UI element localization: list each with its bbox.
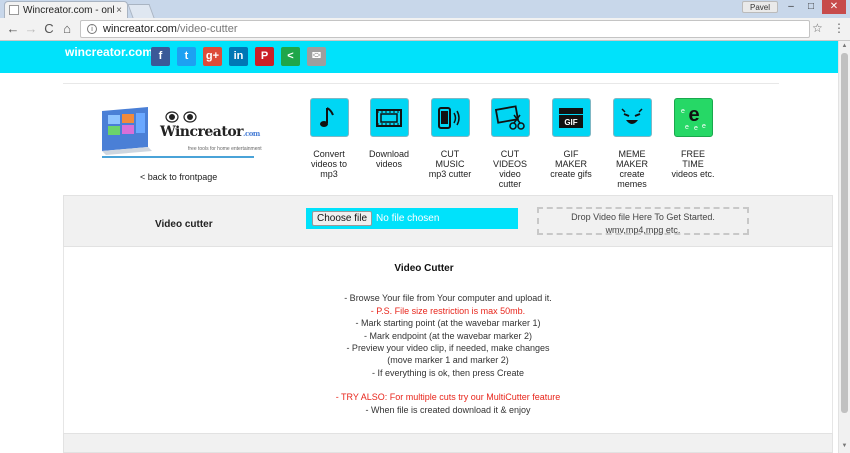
tab-close-icon[interactable]: × <box>114 5 124 16</box>
share-icon[interactable]: < <box>281 47 300 66</box>
free-time-e-letter: e <box>688 104 699 126</box>
instruction-line: - If everything is ok, then press Create <box>371 368 525 378</box>
instruction-line: - Browse Your file from Your computer an… <box>344 293 552 303</box>
scroll-up-icon[interactable]: ▲ <box>839 43 850 49</box>
svg-text:e: e <box>702 123 706 130</box>
tool-label: Convert videos to mp3 <box>310 149 348 179</box>
tool-label: GIF MAKER create gifs <box>550 149 592 179</box>
meme-face-icon <box>612 98 652 137</box>
instruction-line-try-also[interactable]: - TRY ALSO: For multiple cuts try our Mu… <box>63 392 833 402</box>
site-logo-text[interactable]: wincreator.com <box>65 45 153 59</box>
instruction-line-warning: - P.S. File size restriction is max 50mb… <box>370 306 526 316</box>
browser-tab[interactable]: Wincreator.com - online × <box>4 1 128 18</box>
reload-icon[interactable]: C <box>40 20 58 38</box>
svg-text:e: e <box>685 124 689 131</box>
maximize-button[interactable]: □ <box>802 0 820 14</box>
scrollbar-thumb[interactable] <box>841 53 848 413</box>
svg-text:e: e <box>694 125 698 132</box>
scroll-down-icon[interactable]: ▼ <box>839 443 850 449</box>
url-host: wincreator.com <box>103 23 177 35</box>
wincreator-logo[interactable]: Wincreator.com free tools for home enter… <box>100 105 262 159</box>
googleplus-share-icon[interactable]: g+ <box>203 47 222 66</box>
choose-file-button[interactable]: Choose file <box>312 211 373 226</box>
logo-brand-suffix: .com <box>243 129 260 138</box>
scissors-film-icon <box>490 98 530 137</box>
tool-convert-to-mp3[interactable]: Convert videos to mp3 <box>299 98 359 179</box>
gif-clapper-icon: GIF <box>551 98 591 137</box>
file-input[interactable]: Choose file No file chosen <box>306 208 518 229</box>
page-viewport: wincreator.com f t g+ in P < ✉ Wincreato… <box>0 41 838 453</box>
instruction-line: - Mark endpoint (at the wavebar marker 2… <box>363 331 533 341</box>
instruction-line: - When file is created download it & enj… <box>365 405 531 415</box>
twitter-share-icon[interactable]: t <box>177 47 196 66</box>
phone-sound-icon <box>430 98 470 137</box>
forward-arrow-icon[interactable]: → <box>22 20 40 38</box>
footer-band <box>63 433 833 453</box>
facebook-share-icon[interactable]: f <box>151 47 170 66</box>
tool-free-time[interactable]: eeeee FREE TIME videos etc. <box>663 98 723 179</box>
tool-label: CUT MUSIC mp3 cutter <box>428 149 472 179</box>
tool-label: FREE TIME videos etc. <box>671 149 715 179</box>
new-tab-button[interactable] <box>127 4 155 18</box>
browser-titlebar: Wincreator.com - online × Pavel – □ ✕ <box>0 0 850 18</box>
site-info-icon[interactable]: i <box>87 24 97 34</box>
logo-brand-name: Wincreator <box>160 124 244 140</box>
drop-zone-formats: wmv,mp4,mpg etc. <box>605 225 681 235</box>
tool-meme-maker[interactable]: MEME MAKER create memes <box>602 98 662 189</box>
instruction-line: (move marker 1 and marker 2) <box>387 355 509 365</box>
drop-zone-title: Drop Video file Here To Get Started. <box>571 212 715 222</box>
music-note-icon <box>309 98 349 137</box>
tool-label: MEME MAKER create memes <box>615 149 648 189</box>
site-header: wincreator.com f t g+ in P < ✉ <box>0 41 838 73</box>
instructions-title: Video Cutter <box>394 263 454 274</box>
profile-button[interactable]: Pavel <box>742 1 778 13</box>
back-to-frontpage-link[interactable]: < back to frontpage <box>140 172 217 182</box>
tool-cut-music[interactable]: CUT MUSIC mp3 cutter <box>420 98 480 179</box>
tool-download-videos[interactable]: Download videos <box>359 98 419 169</box>
logo-tagline: free tools for home entertainment <box>188 146 262 152</box>
film-strip-icon <box>369 98 409 137</box>
free-time-e-icon: eeeee <box>673 98 713 137</box>
logo-brand: Wincreator.com <box>160 124 260 140</box>
tool-cut-videos[interactable]: CUT VIDEOS video cutter <box>480 98 540 189</box>
page-scrollbar[interactable]: ▲ ▼ <box>838 41 850 453</box>
video-cutter-label: Video cutter <box>155 219 213 230</box>
back-arrow-icon[interactable]: ← <box>4 20 22 38</box>
instruction-line: - Mark starting point (at the wavebar ma… <box>355 318 541 328</box>
home-icon[interactable]: ⌂ <box>58 20 76 38</box>
tool-label: Download videos <box>368 149 410 169</box>
file-drop-zone[interactable]: Drop Video file Here To Get Started. wmv… <box>537 207 749 235</box>
svg-text:e: e <box>681 108 685 115</box>
tool-gif-maker[interactable]: GIF GIF MAKER create gifs <box>541 98 601 179</box>
bookmark-star-icon[interactable]: ☆ <box>812 21 823 35</box>
page-favicon-icon <box>9 5 19 15</box>
browser-toolbar: ← → C ⌂ i wincreator.com/video-cutter ☆ … <box>0 18 850 41</box>
linkedin-share-icon[interactable]: in <box>229 47 248 66</box>
browser-menu-icon[interactable]: ⋮ <box>833 21 845 35</box>
gif-icon-text: GIF <box>564 118 577 127</box>
email-share-icon[interactable]: ✉ <box>307 47 326 66</box>
header-divider <box>63 83 779 84</box>
tool-label: CUT VIDEOS video cutter <box>492 149 527 189</box>
window-close-button[interactable]: ✕ <box>822 0 846 14</box>
address-bar[interactable]: i wincreator.com/video-cutter <box>80 20 810 38</box>
instruction-line: - Preview your video clip, if needed, ma… <box>346 343 550 353</box>
minimize-button[interactable]: – <box>782 0 800 14</box>
profile-name: Pavel <box>749 2 770 12</box>
pinterest-share-icon[interactable]: P <box>255 47 274 66</box>
tab-title: Wincreator.com - online <box>23 4 114 16</box>
url-path: /video-cutter <box>176 23 238 35</box>
file-status-text: No file chosen <box>376 213 440 224</box>
